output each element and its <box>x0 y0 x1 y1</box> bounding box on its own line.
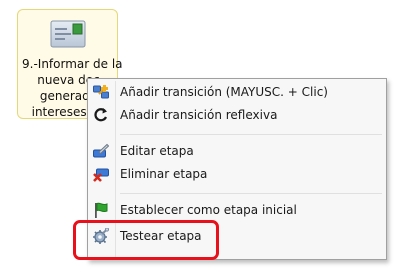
envelope-stamp-icon <box>50 20 86 48</box>
menu-item-reflexive-transition[interactable]: Añadir transición reflexiva <box>90 104 384 126</box>
menu-separator <box>120 193 382 194</box>
menu-item-label: Añadir transición (MAYUSC. + Clic) <box>120 85 328 99</box>
menu-item-edit-stage[interactable]: Editar etapa <box>90 140 384 162</box>
menu-item-label: Eliminar etapa <box>120 167 208 181</box>
add-transition-icon <box>93 85 109 99</box>
stage-label-line: 9.-Informar de la <box>22 57 123 71</box>
menu-separator <box>120 134 382 135</box>
green-flag-icon <box>95 202 108 218</box>
highlight-annotation <box>73 220 219 260</box>
delete-stage-icon <box>93 168 109 182</box>
menu-item-label: Añadir transición reflexiva <box>120 108 278 122</box>
menu-item-set-initial-stage[interactable]: Establecer como etapa inicial <box>90 199 384 221</box>
menu-item-delete-stage[interactable]: Eliminar etapa <box>90 163 384 185</box>
edit-stage-icon <box>93 143 109 158</box>
reflexive-arrow-icon <box>94 108 108 122</box>
menu-item-add-transition[interactable]: Añadir transición (MAYUSC. + Clic) <box>90 81 384 103</box>
menu-item-label: Editar etapa <box>120 144 194 158</box>
menu-item-label: Establecer como etapa inicial <box>120 203 297 217</box>
